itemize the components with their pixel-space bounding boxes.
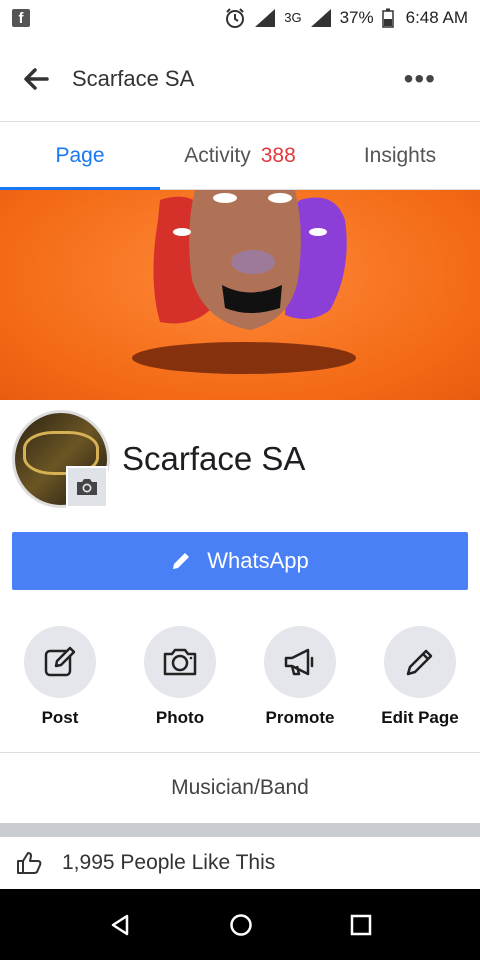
page-title: Scarface SA [72, 65, 195, 91]
app-header: Scarface SA ••• [0, 36, 480, 122]
tab-activity[interactable]: Activity 388 [160, 122, 320, 189]
edit-page-button[interactable]: Edit Page [360, 626, 480, 736]
pencil-icon [173, 553, 190, 569]
back-nav-icon[interactable] [108, 913, 132, 937]
tab-insights-label: Insights [363, 143, 437, 167]
facebook-notification-icon: f [12, 9, 30, 27]
tab-page-label: Page [55, 143, 105, 167]
action-row: Post Photo Promote Edit Page [0, 626, 480, 736]
cover-photo[interactable] [0, 190, 480, 400]
promote-button-circle [264, 626, 336, 698]
whatsapp-button[interactable]: WhatsApp [12, 532, 468, 590]
signal-icon [255, 9, 276, 27]
signal-icon-2 [310, 9, 331, 27]
photo-button[interactable]: Photo [120, 626, 240, 736]
page-category[interactable]: Musician/Band [0, 753, 480, 823]
edit-page-label: Edit Page [381, 708, 459, 727]
more-options-button[interactable]: ••• [404, 63, 436, 95]
tab-page[interactable]: Page [0, 122, 160, 190]
likes-count: 1,995 People Like This [62, 851, 276, 874]
whatsapp-button-label: WhatsApp [207, 548, 309, 573]
battery-percent: 37% [339, 8, 374, 27]
home-nav-icon[interactable] [229, 913, 253, 937]
post-button-circle [24, 626, 96, 698]
megaphone-icon [284, 648, 314, 676]
likes-row[interactable]: 1,995 People Like This [0, 837, 480, 889]
tab-activity-label: Activity [184, 143, 251, 167]
activity-count-badge: 388 [260, 143, 296, 167]
back-arrow-icon [24, 67, 49, 90]
change-profile-photo-button[interactable] [66, 466, 108, 508]
network-type: 3G [284, 10, 302, 25]
promote-button[interactable]: Promote [240, 626, 360, 736]
profile-name: Scarface SA [122, 440, 306, 477]
section-separator [0, 823, 480, 837]
battery-icon [381, 8, 394, 28]
thumbs-up-icon [17, 852, 42, 874]
alarm-icon [226, 8, 245, 28]
post-button[interactable]: Post [0, 626, 120, 736]
compose-icon [44, 646, 76, 677]
camera-icon [163, 648, 197, 676]
tab-insights[interactable]: Insights [320, 122, 480, 189]
recents-nav-icon[interactable] [350, 914, 372, 936]
edit-page-button-circle [384, 626, 456, 698]
cover-artwork [132, 190, 356, 374]
promote-label: Promote [265, 708, 335, 727]
camera-icon [77, 479, 97, 495]
tab-bar: Page Activity 388 Insights [0, 122, 480, 190]
clock: 6:48 AM [405, 8, 468, 27]
system-nav-bar [0, 889, 480, 960]
photo-label: Photo [155, 708, 205, 727]
status-bar: f 3G 37% 6:48 AM [0, 0, 480, 36]
pencil-icon [406, 649, 433, 676]
photo-button-circle [144, 626, 216, 698]
post-label: Post [41, 708, 79, 727]
back-button[interactable] [0, 67, 72, 90]
